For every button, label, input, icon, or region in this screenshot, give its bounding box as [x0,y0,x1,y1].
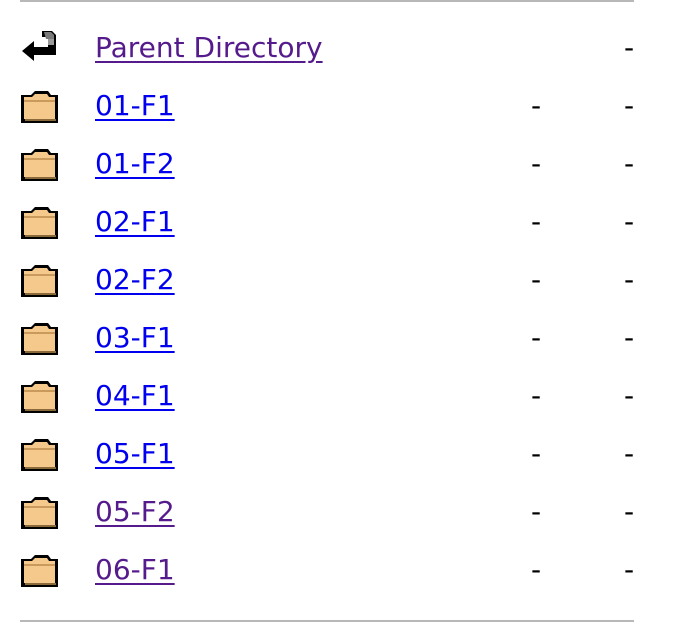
list-item: 04-F1 - - [0,368,680,426]
modified-cell: - [530,89,542,122]
list-item: 02-F1 - - [0,194,680,252]
back-arrow-icon[interactable] [18,27,64,71]
size-cell: - [623,379,635,412]
folder-link[interactable]: 03-F1 [95,318,175,358]
list-item: 01-F1 - - [0,78,680,136]
list-item: 02-F2 - - [0,252,680,310]
parent-directory-link[interactable]: Parent Directory [95,28,323,68]
size-cell: - [623,263,635,296]
folder-link[interactable]: 02-F1 [95,202,175,242]
modified-cell: - [530,437,542,470]
folder-link[interactable]: 04-F1 [95,376,175,416]
folder-icon[interactable] [18,85,64,129]
folder-link[interactable]: 05-F2 [95,492,175,532]
modified-cell: - [530,495,542,528]
modified-cell: - [530,263,542,296]
modified-cell: - [530,147,542,180]
folder-icon[interactable] [18,259,64,303]
modified-cell: - [530,379,542,412]
list-item: 03-F1 - - [0,310,680,368]
size-cell: - [623,89,635,122]
size-cell: - [623,495,635,528]
directory-listing: Parent Directory - 01-F1 - - 01-F2 - - 0… [0,20,680,600]
modified-cell: - [530,553,542,586]
size-cell: - [623,205,635,238]
folder-link[interactable]: 01-F2 [95,144,175,184]
list-item: 06-F1 - - [0,542,680,600]
size-cell: - [623,147,635,180]
top-divider [20,0,634,2]
folder-link[interactable]: 01-F1 [95,86,175,126]
modified-cell: - [530,205,542,238]
modified-cell: - [530,321,542,354]
parent-directory-row: Parent Directory - [0,20,680,78]
folder-link[interactable]: 02-F2 [95,260,175,300]
list-item: 05-F2 - - [0,484,680,542]
folder-icon[interactable] [18,433,64,477]
size-cell: - [623,437,635,470]
folder-link[interactable]: 05-F1 [95,434,175,474]
folder-icon[interactable] [18,143,64,187]
size-cell: - [623,31,635,64]
folder-icon[interactable] [18,317,64,361]
size-cell: - [623,321,635,354]
list-item: 01-F2 - - [0,136,680,194]
folder-icon[interactable] [18,201,64,245]
folder-icon[interactable] [18,491,64,535]
list-item: 05-F1 - - [0,426,680,484]
size-cell: - [623,553,635,586]
folder-icon[interactable] [18,375,64,419]
folder-icon[interactable] [18,549,64,593]
folder-link[interactable]: 06-F1 [95,550,175,590]
